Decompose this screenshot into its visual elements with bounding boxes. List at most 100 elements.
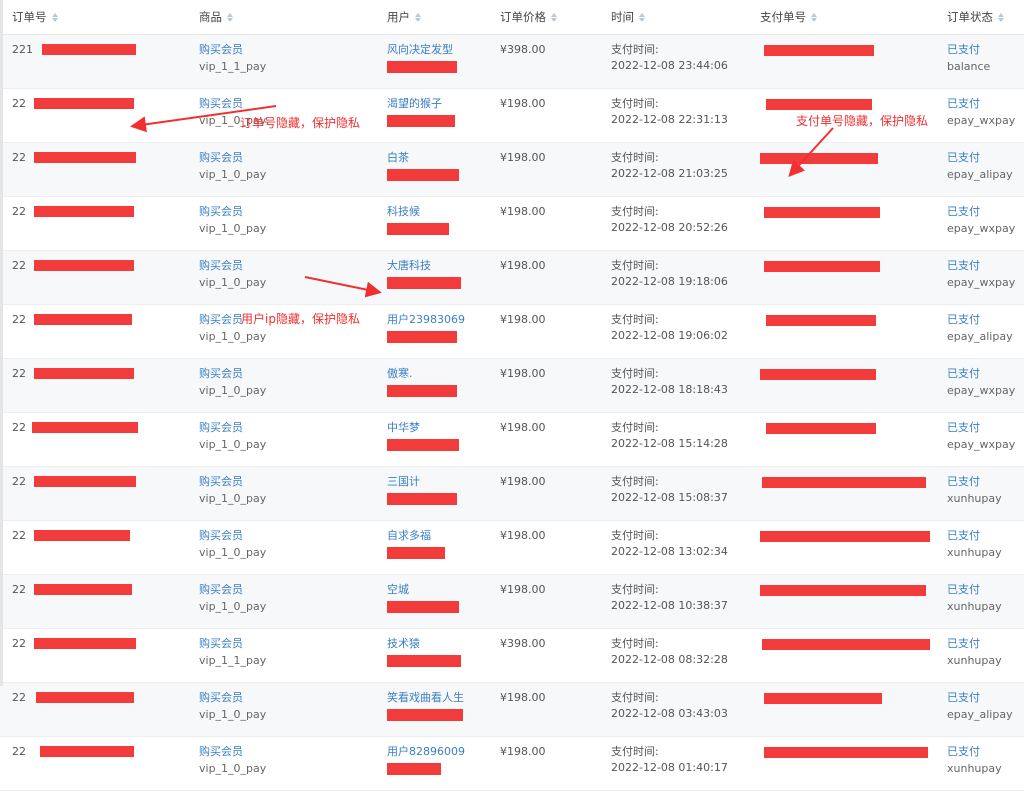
user-link[interactable]: 用户82896009 — [387, 744, 500, 760]
product-link[interactable]: 购买会员 — [199, 744, 387, 760]
column-header[interactable]: 时间 — [611, 0, 760, 35]
table-row[interactable]: 22 购买会员 vip_1_0_pay 科技候 ¥198.00 支付时间: 2022-12-… — [0, 196, 1024, 251]
sort-icon[interactable] — [551, 13, 557, 22]
status-link[interactable]: 已支付 — [947, 96, 1024, 112]
order-cell: 22 — [0, 358, 199, 413]
column-header[interactable]: 订单状态 — [947, 0, 1024, 35]
order-id-prefix: 22 — [12, 475, 26, 488]
payment-id-redaction — [762, 477, 926, 488]
status-cell: 已支付 xunhupay — [947, 520, 1024, 575]
product-link[interactable]: 购买会员 — [199, 528, 387, 544]
table-row[interactable]: 22 购买会员 vip_1_0_pay 笑看戏曲看人生 ¥198.00 支付时间: 2022… — [0, 682, 1024, 737]
status-link[interactable]: 已支付 — [947, 690, 1024, 706]
sort-icon[interactable] — [415, 13, 421, 22]
user-link[interactable]: 白茶 — [387, 150, 500, 166]
order-id-prefix: 22 — [12, 97, 26, 110]
price-cell: ¥198.00 — [500, 88, 611, 143]
sort-icon[interactable] — [51, 13, 58, 22]
product-link[interactable]: 购买会员 — [199, 690, 387, 706]
product-link[interactable]: 购买会员 — [199, 204, 387, 220]
order-id-prefix: 221 — [12, 43, 33, 56]
table-row[interactable]: 22 购买会员 vip_1_1_pay 技术猿 ¥398.00 支付时间: 2022-12-… — [0, 628, 1024, 683]
status-link[interactable]: 已支付 — [947, 366, 1024, 382]
pay-time: 2022-12-08 15:08:37 — [611, 491, 728, 504]
product-link[interactable]: 购买会员 — [199, 636, 387, 652]
order-id-prefix: 22 — [12, 205, 26, 218]
order-id-redaction — [34, 98, 134, 109]
column-label: 支付单号 — [760, 10, 806, 24]
status-link[interactable]: 已支付 — [947, 420, 1024, 436]
table-row[interactable]: 22 购买会员 vip_1_0_pay 自求多福 ¥198.00 支付时间: 2022-12… — [0, 520, 1024, 575]
pay-time: 2022-12-08 08:32:28 — [611, 653, 728, 666]
status-link[interactable]: 已支付 — [947, 744, 1024, 760]
order-cell: 22 — [0, 250, 199, 305]
user-link[interactable]: 中华梦 — [387, 420, 500, 436]
payment-id-cell — [760, 736, 947, 791]
user-link[interactable]: 渴望的猴子 — [387, 96, 500, 112]
sort-icon[interactable] — [998, 13, 1004, 22]
table-row[interactable]: 22 购买会员 vip_1_0_pay 傲寒. ¥198.00 支付时间: 2022-12-… — [0, 358, 1024, 413]
table-row[interactable]: 22 购买会员 vip_1_0_pay 用户82896009 ¥198.00 支付时间: 2… — [0, 736, 1024, 791]
user-link[interactable]: 风向决定发型 — [387, 42, 500, 58]
status-link[interactable]: 已支付 — [947, 528, 1024, 544]
table-row[interactable]: 22 购买会员 vip_1_0_pay 中华梦 ¥198.00 支付时间: 2022-12-… — [0, 412, 1024, 467]
sort-icon[interactable] — [227, 13, 233, 22]
product-link[interactable]: 购买会员 — [199, 582, 387, 598]
column-header[interactable]: 订单价格 — [500, 0, 611, 35]
product-link[interactable]: 购买会员 — [199, 474, 387, 490]
payment-id-redaction — [764, 207, 880, 218]
product-link[interactable]: 购买会员 — [199, 96, 387, 112]
column-header[interactable]: 商品 — [199, 0, 387, 35]
product-cell: 购买会员 vip_1_0_pay — [199, 358, 387, 413]
user-cell: 技术猿 — [387, 628, 500, 683]
user-link[interactable]: 用户23983069 — [387, 312, 500, 328]
order-price: ¥198.00 — [500, 745, 546, 758]
column-header[interactable]: 支付单号 — [760, 0, 947, 35]
status-cell: 已支付 xunhupay — [947, 574, 1024, 629]
user-link[interactable]: 大唐科技 — [387, 258, 500, 274]
user-link[interactable]: 技术猿 — [387, 636, 500, 652]
sort-icon[interactable] — [811, 13, 817, 22]
status-link[interactable]: 已支付 — [947, 204, 1024, 220]
product-link[interactable]: 购买会员 — [199, 258, 387, 274]
time-cell: 支付时间: 2022-12-08 03:43:03 — [611, 682, 760, 737]
user-link[interactable]: 三国计 — [387, 474, 500, 490]
table-row[interactable]: 22 购买会员 vip_1_0_pay 白茶 ¥198.00 支付时间: 2022-12-0… — [0, 142, 1024, 197]
order-cell: 22 — [0, 88, 199, 143]
column-header[interactable]: 用户 — [387, 0, 500, 35]
status-cell: 已支付 xunhupay — [947, 466, 1024, 521]
product-link[interactable]: 购买会员 — [199, 150, 387, 166]
product-sku: vip_1_0_pay — [199, 168, 267, 181]
status-link[interactable]: 已支付 — [947, 312, 1024, 328]
status-link[interactable]: 已支付 — [947, 150, 1024, 166]
column-header[interactable]: 订单号 — [0, 0, 199, 35]
status-cell: 已支付 epay_wxpay — [947, 412, 1024, 467]
product-link[interactable]: 购买会员 — [199, 366, 387, 382]
status-link[interactable]: 已支付 — [947, 636, 1024, 652]
price-cell: ¥198.00 — [500, 736, 611, 791]
order-cell: 221 — [0, 34, 199, 89]
user-link[interactable]: 笑看戏曲看人生 — [387, 690, 500, 706]
user-link[interactable]: 自求多福 — [387, 528, 500, 544]
pay-time-label: 支付时间: — [611, 475, 659, 488]
product-sku: vip_1_0_pay — [199, 438, 267, 451]
user-link[interactable]: 傲寒. — [387, 366, 500, 382]
table-row[interactable]: 22 购买会员 vip_1_0_pay 用户23983069 ¥198.00 支付时间: 2… — [0, 304, 1024, 359]
status-link[interactable]: 已支付 — [947, 258, 1024, 274]
order-price: ¥198.00 — [500, 259, 546, 272]
sort-icon[interactable] — [639, 13, 645, 22]
status-link[interactable]: 已支付 — [947, 582, 1024, 598]
table-row[interactable]: 22 购买会员 vip_1_0_pay 大唐科技 ¥198.00 支付时间: 2022-12… — [0, 250, 1024, 305]
product-link[interactable]: 购买会员 — [199, 42, 387, 58]
order-price: ¥398.00 — [500, 637, 546, 650]
product-link[interactable]: 购买会员 — [199, 420, 387, 436]
order-price: ¥198.00 — [500, 367, 546, 380]
user-link[interactable]: 空城 — [387, 582, 500, 598]
user-link[interactable]: 科技候 — [387, 204, 500, 220]
table-row[interactable]: 221 购买会员 vip_1_1_pay 风向决定发型 ¥398.00 支付时间: 2022… — [0, 34, 1024, 89]
status-link[interactable]: 已支付 — [947, 474, 1024, 490]
table-row[interactable]: 22 购买会员 vip_1_0_pay 三国计 ¥198.00 支付时间: 2022-12-… — [0, 466, 1024, 521]
status-link[interactable]: 已支付 — [947, 42, 1024, 58]
column-label: 订单价格 — [500, 10, 546, 24]
table-row[interactable]: 22 购买会员 vip_1_0_pay 空城 ¥198.00 支付时间: 2022-12-0… — [0, 574, 1024, 629]
